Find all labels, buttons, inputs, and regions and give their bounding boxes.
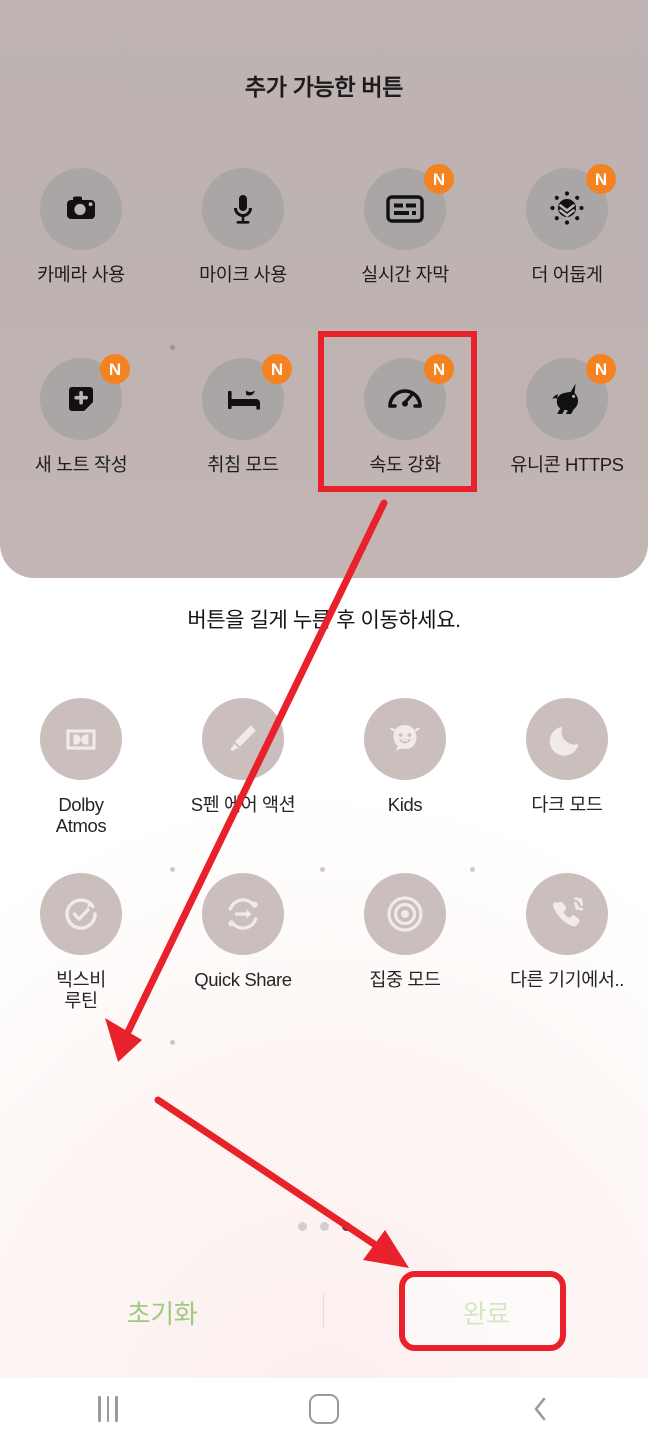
spen-air-action-icon xyxy=(230,725,256,751)
tile-extra-dim-label: 더 어둡게 xyxy=(531,264,603,285)
extra-dim-icon xyxy=(550,191,584,225)
phone-screen: 추가 가능한 버튼 카메라 사용 마이크 사용 N 실시간 자막 N 더 어둡게… xyxy=(0,0,648,1440)
tile-bedtime-badge: N xyxy=(262,354,292,384)
tile-focus-mode-label: 집중 모드 xyxy=(369,969,441,990)
tile-microphone[interactable]: 마이크 사용 xyxy=(162,168,324,285)
unicorn-https-icon xyxy=(552,383,578,414)
recents-button[interactable] xyxy=(0,1396,216,1422)
tile-dark-mode-label: 다크 모드 xyxy=(531,794,603,815)
tile-call-continuity-label: 다른 기기에서.. xyxy=(510,969,624,990)
dark-mode-icon xyxy=(549,727,579,756)
tile-live-caption-label: 실시간 자막 xyxy=(361,264,449,285)
live-caption-icon xyxy=(386,195,424,223)
tile-call-continuity[interactable]: 다른 기기에서.. xyxy=(486,873,648,1012)
tile-quick-share[interactable]: Quick Share xyxy=(162,873,324,1012)
recents-icon xyxy=(98,1396,118,1422)
action-bar: 초기화 완료 xyxy=(0,1272,648,1352)
page-dot[interactable] xyxy=(319,1222,329,1231)
tile-unicorn-https[interactable]: N 유니콘 HTTPS xyxy=(486,354,648,475)
row-separator-dot xyxy=(170,867,175,872)
tile-camera-label: 카메라 사용 xyxy=(37,264,125,285)
tile-live-caption-circle[interactable]: N xyxy=(364,164,454,250)
row-separator-dot xyxy=(320,867,325,872)
tile-new-note[interactable]: N 새 노트 작성 xyxy=(0,354,162,475)
tile-quick-share-label: Quick Share xyxy=(194,969,292,990)
reset-button[interactable]: 초기화 xyxy=(0,1294,324,1331)
current-tile-row-2: 빅스비 루틴 Quick Share 집중 모드 다른 기기에서.. xyxy=(0,873,648,1012)
tile-new-note-badge: N xyxy=(100,354,130,384)
tile-live-caption[interactable]: N 실시간 자막 xyxy=(324,164,486,285)
tile-new-note-label: 새 노트 작성 xyxy=(34,454,128,475)
tile-new-note-circle[interactable]: N xyxy=(40,354,130,440)
dolby-atmos-icon xyxy=(66,729,96,750)
tile-live-caption-badge: N xyxy=(424,164,454,194)
tile-extra-dim-badge: N xyxy=(586,164,616,194)
speed-boost-icon xyxy=(388,389,422,408)
tile-speed-boost-label: 속도 강화 xyxy=(369,454,441,475)
bixby-routines-icon xyxy=(65,898,97,930)
page-dot-active[interactable] xyxy=(341,1222,351,1231)
tile-unicorn-https-circle[interactable]: N xyxy=(526,354,616,440)
tile-bixby-routines-circle[interactable] xyxy=(40,873,122,955)
page-dot[interactable] xyxy=(297,1222,307,1231)
tile-unicorn-https-label: 유니콘 HTTPS xyxy=(510,454,624,475)
call-continuity-icon xyxy=(553,897,584,927)
microphone-icon xyxy=(234,195,252,224)
tile-extra-dim[interactable]: N 더 어둡게 xyxy=(486,164,648,285)
available-tile-row-2: N 새 노트 작성 N 취침 모드 N 속도 강화 N 유니콘 HTTPS xyxy=(0,354,648,475)
tile-focus-mode[interactable]: 집중 모드 xyxy=(324,873,486,1012)
tile-call-continuity-circle[interactable] xyxy=(526,873,608,955)
tile-speed-boost-badge: N xyxy=(424,354,454,384)
tile-bixby-routines[interactable]: 빅스비 루틴 xyxy=(0,873,162,1012)
tile-microphone-circle[interactable] xyxy=(202,168,284,250)
available-buttons-panel: 추가 가능한 버튼 xyxy=(0,0,648,578)
tile-focus-mode-circle[interactable] xyxy=(364,873,446,955)
tile-camera-circle[interactable] xyxy=(40,168,122,250)
tile-bixby-routines-label: 빅스비 루틴 xyxy=(56,969,106,1012)
arrow-to-done-button xyxy=(154,1096,409,1268)
tile-extra-dim-circle[interactable]: N xyxy=(526,164,616,250)
tile-dolby-atmos-label: Dolby Atmos xyxy=(55,794,107,837)
tile-microphone-label: 마이크 사용 xyxy=(199,264,287,285)
back-button[interactable] xyxy=(432,1394,648,1424)
tile-camera[interactable]: 카메라 사용 xyxy=(0,168,162,285)
tile-spen-air-action[interactable]: S펜 에어 액션 xyxy=(162,698,324,837)
tile-speed-boost-circle[interactable]: N xyxy=(364,354,454,440)
row-separator-dot xyxy=(170,345,175,350)
tile-speed-boost[interactable]: N 속도 강화 xyxy=(324,354,486,475)
home-icon xyxy=(309,1394,339,1424)
focus-mode-icon xyxy=(387,896,423,932)
bedtime-icon xyxy=(228,390,260,410)
tile-dolby-atmos[interactable]: Dolby Atmos xyxy=(0,698,162,837)
tile-kids[interactable]: Kids xyxy=(324,698,486,837)
kids-icon xyxy=(389,725,421,751)
tile-spen-air-action-label: S펜 에어 액션 xyxy=(190,794,296,815)
current-tile-row-1: Dolby Atmos S펜 에어 액션 Kids 다크 모드 xyxy=(0,698,648,837)
row-separator-dot xyxy=(470,867,475,872)
tile-kids-circle[interactable] xyxy=(364,698,446,780)
action-bar-divider xyxy=(323,1294,324,1328)
tile-bedtime[interactable]: N 취침 모드 xyxy=(162,354,324,475)
tile-kids-label: Kids xyxy=(387,794,423,815)
home-button[interactable] xyxy=(216,1394,432,1424)
back-icon xyxy=(534,1397,546,1421)
new-note-icon xyxy=(69,387,93,411)
quick-share-icon xyxy=(228,898,258,930)
tile-dark-mode[interactable]: 다크 모드 xyxy=(486,698,648,837)
available-tile-row-1: 카메라 사용 마이크 사용 N 실시간 자막 N 더 어둡게 xyxy=(0,164,648,285)
tile-dolby-atmos-circle[interactable] xyxy=(40,698,122,780)
move-hint-text: 버튼을 길게 누른 후 이동하세요. xyxy=(187,609,461,632)
android-nav-bar xyxy=(0,1378,648,1440)
camera-icon xyxy=(67,196,95,219)
tile-unicorn-https-badge: N xyxy=(586,354,616,384)
page-indicator[interactable] xyxy=(0,1222,648,1231)
done-button[interactable]: 완료 xyxy=(324,1294,648,1331)
row-separator-dot xyxy=(170,1040,175,1045)
tile-bedtime-label: 취침 모드 xyxy=(207,454,279,475)
tile-bedtime-circle[interactable]: N xyxy=(202,354,292,440)
tile-spen-air-action-circle[interactable] xyxy=(202,698,284,780)
available-buttons-title: 추가 가능한 버튼 xyxy=(244,74,404,100)
tile-quick-share-circle[interactable] xyxy=(202,873,284,955)
tile-dark-mode-circle[interactable] xyxy=(526,698,608,780)
